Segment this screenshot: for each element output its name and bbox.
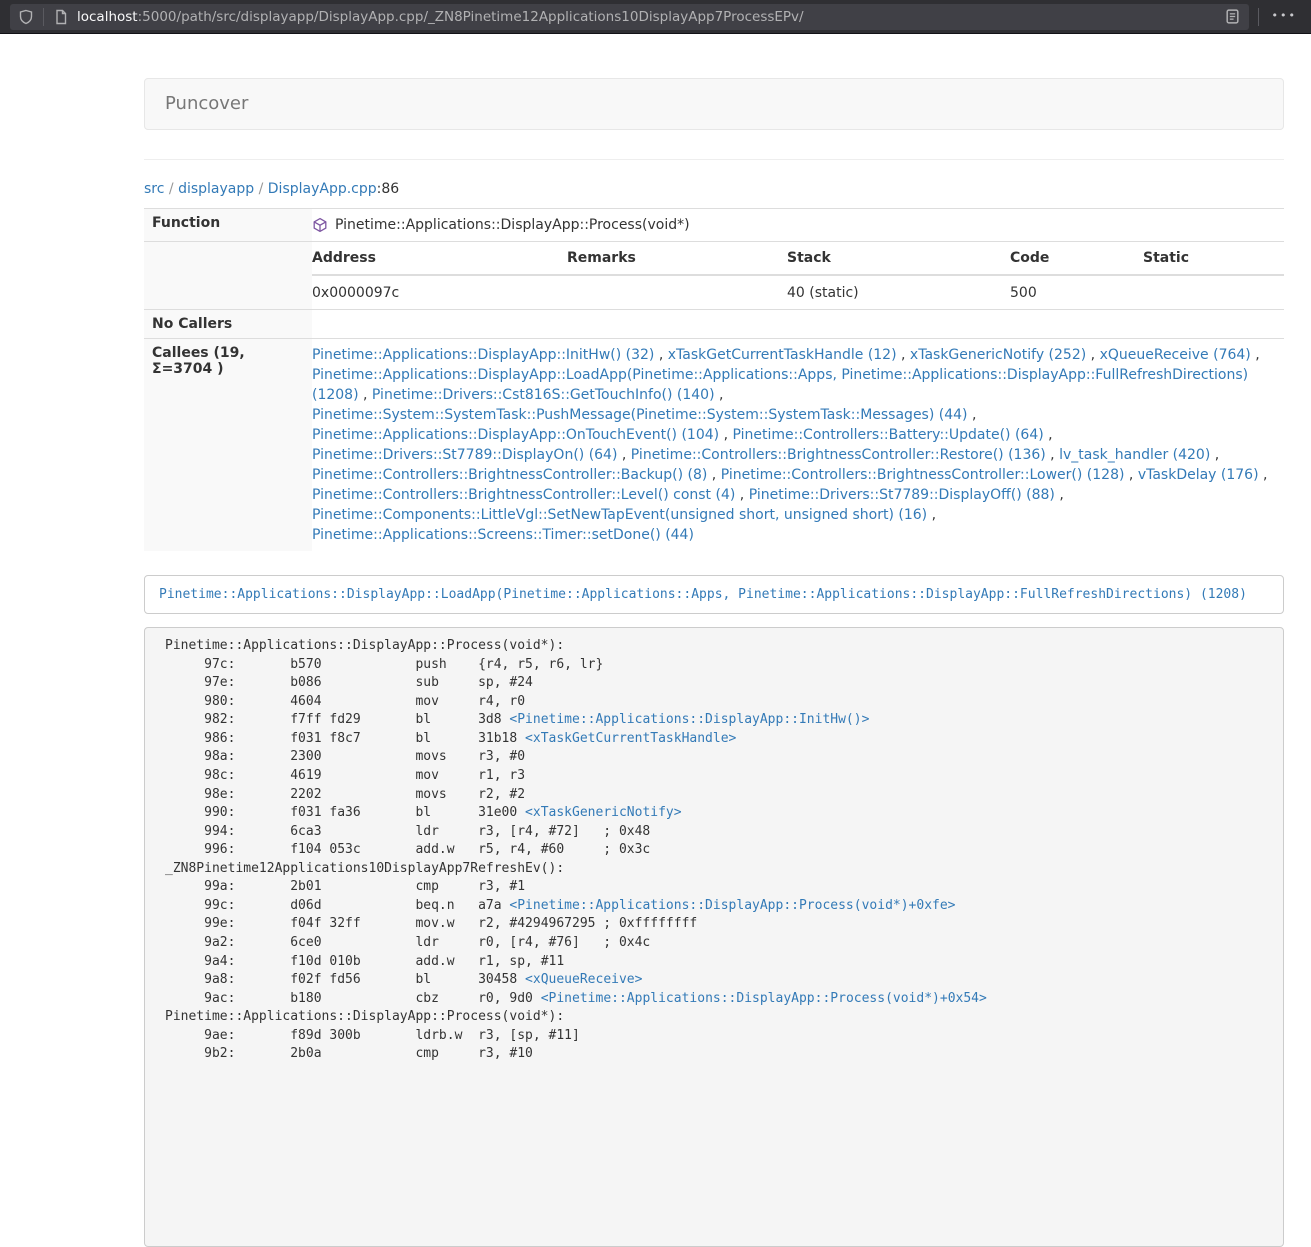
toolbar-separator: [1258, 8, 1259, 26]
disassembly-symbol-link[interactable]: <Pinetime::Applications::DisplayApp::Pro…: [509, 898, 955, 913]
callees-row: Callees (19, Σ=3704 ) Pinetime::Applicat…: [144, 339, 1284, 552]
disassembly-symbol-link[interactable]: <xTaskGenericNotify>: [525, 805, 682, 820]
shield-icon[interactable]: [18, 9, 34, 25]
callee-link[interactable]: Pinetime::Applications::DisplayApp::Init…: [312, 347, 654, 363]
no-callers-label: No Callers: [144, 310, 312, 339]
divider: [144, 159, 1284, 160]
callee-link[interactable]: Pinetime::Controllers::BrightnessControl…: [631, 447, 1046, 463]
callee-link[interactable]: Pinetime::Applications::Screens::Timer::…: [312, 527, 694, 543]
callee-link[interactable]: Pinetime::Controllers::BrightnessControl…: [312, 487, 735, 503]
highlighted-callee-box: Pinetime::Applications::DisplayApp::Load…: [144, 575, 1284, 614]
column-header-static: Static: [1143, 242, 1284, 275]
disassembly-symbol-link[interactable]: <Pinetime::Applications::DisplayApp::Pro…: [541, 991, 987, 1006]
column-header-code: Code: [1010, 242, 1143, 275]
callee-link[interactable]: xQueueReceive (764): [1100, 347, 1251, 363]
menu-dots-icon[interactable]: •••: [1268, 9, 1301, 25]
toolbar-separator: [43, 8, 44, 26]
column-header-stack: Stack: [787, 242, 1010, 275]
callees-list: Pinetime::Applications::DisplayApp::Init…: [312, 339, 1284, 552]
callee-link[interactable]: lv_task_handler (420): [1059, 447, 1210, 463]
app-brand[interactable]: Puncover: [145, 79, 268, 129]
function-row: Function Pinetime::Applications::Display…: [144, 209, 1284, 242]
callee-link[interactable]: Pinetime::Controllers::BrightnessControl…: [312, 467, 707, 483]
callee-link[interactable]: Pinetime::Drivers::St7789::DisplayOff() …: [749, 487, 1055, 503]
disassembly-symbol-link[interactable]: <xQueueReceive>: [525, 972, 642, 987]
column-header-address: Address: [312, 242, 567, 275]
breadcrumb-link-displayapp[interactable]: displayapp: [178, 181, 254, 197]
url-host: localhost: [77, 9, 138, 25]
column-header-remarks: Remarks: [567, 242, 787, 275]
breadcrumb: src / displayapp / DisplayApp.cpp:86: [144, 179, 1284, 199]
callees-label: Callees (19, Σ=3704 ): [144, 339, 312, 552]
breadcrumb-link-src[interactable]: src: [144, 181, 164, 197]
disassembly-symbol-link[interactable]: <xTaskGetCurrentTaskHandle>: [525, 731, 736, 746]
static-value: [1143, 275, 1284, 309]
callee-link[interactable]: Pinetime::Controllers::BrightnessControl…: [721, 467, 1125, 483]
browser-toolbar: localhost:5000/path/src/displayapp/Displ…: [0, 0, 1311, 34]
callee-link[interactable]: xTaskGetCurrentTaskHandle (12): [668, 347, 897, 363]
page-container: Puncover src / displayapp / DisplayApp.c…: [144, 78, 1284, 1247]
url-path: :5000/path/src/displayapp/DisplayApp.cpp…: [138, 9, 804, 25]
callee-link[interactable]: Pinetime::Drivers::St7789::DisplayOn() (…: [312, 447, 617, 463]
no-callers-row: No Callers: [144, 310, 1284, 339]
breadcrumb-link-DisplayApp.cpp[interactable]: DisplayApp.cpp: [268, 181, 377, 197]
callee-link[interactable]: Pinetime::Controllers::Battery::Update()…: [732, 427, 1043, 443]
highlighted-callee-link[interactable]: Pinetime::Applications::DisplayApp::Load…: [159, 587, 1247, 602]
function-stats-row: Address Remarks Stack Code Static 0x0000…: [144, 242, 1284, 310]
breadcrumb-line-number: :86: [377, 181, 400, 197]
callee-link[interactable]: xTaskGenericNotify (252): [910, 347, 1086, 363]
callee-link[interactable]: Pinetime::Drivers::Cst816S::GetTouchInfo…: [372, 387, 715, 403]
disassembly-listing: Pinetime::Applications::DisplayApp::Proc…: [144, 627, 1284, 1247]
page-icon[interactable]: [53, 9, 69, 25]
function-stats-table: Address Remarks Stack Code Static 0x0000…: [312, 242, 1284, 309]
function-details-table: Function Pinetime::Applications::Display…: [144, 208, 1284, 551]
remarks-value: [567, 275, 787, 309]
function-name: Pinetime::Applications::DisplayApp::Proc…: [335, 215, 690, 235]
breadcrumb-separator: /: [254, 181, 268, 197]
address-bar-url[interactable]: localhost:5000/path/src/displayapp/Displ…: [77, 9, 1224, 25]
callee-link[interactable]: Pinetime::System::SystemTask::PushMessag…: [312, 407, 968, 423]
callee-link[interactable]: Pinetime::Components::LittleVgl::SetNewT…: [312, 507, 927, 523]
function-stats-row-label: [144, 242, 312, 310]
callee-link[interactable]: Pinetime::Applications::DisplayApp::OnTo…: [312, 427, 719, 443]
symbol-cube-icon: [312, 217, 328, 233]
stack-value: 40 (static): [787, 275, 1010, 309]
code-value: 500: [1010, 275, 1143, 309]
disassembly-symbol-link[interactable]: <Pinetime::Applications::DisplayApp::Ini…: [509, 712, 869, 727]
breadcrumb-separator: /: [164, 181, 178, 197]
reader-mode-icon[interactable]: [1224, 8, 1241, 25]
callee-link[interactable]: vTaskDelay (176): [1138, 467, 1259, 483]
app-navbar: Puncover: [144, 78, 1284, 130]
url-bar[interactable]: localhost:5000/path/src/displayapp/Displ…: [10, 4, 1249, 30]
address-value: 0x0000097c: [312, 275, 567, 309]
function-row-label: Function: [144, 209, 312, 242]
table-row: 0x0000097c 40 (static) 500: [312, 275, 1284, 309]
